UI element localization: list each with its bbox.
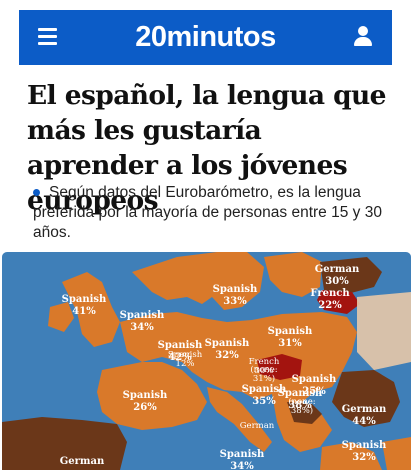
map-label-percent: 25%	[302, 386, 326, 397]
map-label-percent: 26%	[133, 402, 157, 413]
map-label-language: Spanish	[123, 390, 168, 401]
site-logo[interactable]: 20minutos	[135, 21, 276, 54]
region-east	[357, 292, 411, 370]
map-label-language: German	[60, 456, 105, 467]
map-label-percent: 31%	[278, 338, 302, 349]
map-label-language: German	[315, 264, 360, 275]
map-label-language: German	[342, 404, 387, 415]
menu-icon[interactable]	[38, 28, 57, 45]
map-label-percent: 34%	[230, 461, 254, 470]
map-label-language: Spanish	[292, 374, 337, 385]
top-navigation-bar: 20minutos	[19, 10, 392, 65]
map-label-percent: 32%	[215, 350, 239, 361]
map-label-language: Spanish	[220, 449, 265, 460]
map-label-language: German	[240, 421, 275, 431]
map-label-percent: 38%)	[291, 405, 313, 416]
map-graphic: Spanish41% Spanish34%Spanish42%Spanish33%…	[2, 252, 411, 470]
map-label-percent: 22%	[318, 300, 342, 311]
user-account-icon[interactable]	[353, 26, 373, 48]
region-turkey	[382, 437, 411, 470]
article-lead: Según datos del Eurobarómetro, es la len…	[33, 184, 382, 241]
map-label-language: Spanish	[268, 326, 313, 337]
map-label-percent: 34%	[130, 322, 154, 333]
map-label-language: Spanish	[342, 440, 387, 451]
map-label-percent: 44%	[352, 416, 376, 427]
map-label-percent: 41%	[72, 306, 96, 317]
map-label-language: Spanish	[213, 284, 258, 295]
map-label-percent: 31%)	[253, 373, 275, 384]
map-label-percent: 30%	[325, 276, 349, 287]
europe-language-map[interactable]: Spanish 41% Spanish 34% Spanish 42% Spanish 33%…	[2, 252, 411, 470]
map-label-language: Spanish	[120, 310, 165, 321]
map-label-percent: 12%	[176, 359, 195, 369]
map-label-percent: 33%	[223, 296, 247, 307]
map-label-language: Spanish	[205, 338, 250, 349]
map-label-percent: 32%	[352, 452, 376, 463]
map-label-language: Spanish	[62, 294, 107, 305]
map-label-percent: 35%	[252, 396, 276, 407]
map-label-language: French	[310, 288, 350, 299]
